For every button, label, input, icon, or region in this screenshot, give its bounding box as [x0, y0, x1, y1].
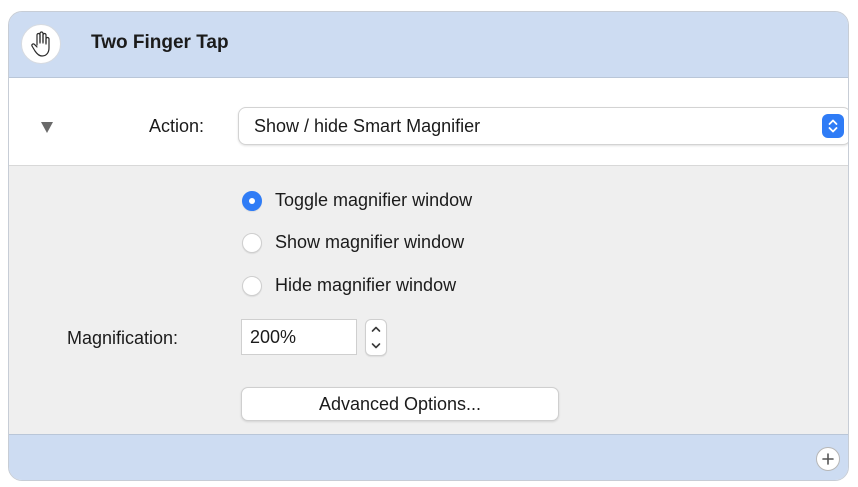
options-panel: Toggle magnifier window Show magnifier w… [9, 166, 848, 436]
chevron-updown-icon [822, 114, 844, 138]
radio-label: Toggle magnifier window [275, 190, 473, 210]
magnification-stepper[interactable] [365, 319, 387, 356]
radio-show-magnifier[interactable]: Show magnifier window [242, 232, 464, 253]
radio-hide-magnifier[interactable]: Hide magnifier window [242, 275, 456, 296]
add-icon[interactable] [816, 447, 840, 471]
radio-label: Hide magnifier window [275, 275, 457, 295]
radio-toggle-magnifier[interactable]: Toggle magnifier window [242, 190, 472, 211]
magnification-label: Magnification: [67, 328, 179, 348]
card-footer [9, 434, 848, 480]
gesture-title: Two Finger Tap [91, 32, 229, 53]
action-popup-value: Show / hide Smart Magnifier [254, 116, 481, 136]
action-label: Action: [149, 116, 205, 136]
hand-tap-icon [21, 24, 61, 64]
radio-button[interactable] [242, 275, 262, 296]
disclosure-triangle-icon[interactable] [41, 122, 53, 133]
advanced-options-button[interactable]: Advanced Options... [241, 387, 559, 421]
magnification-input[interactable]: 200% [241, 319, 357, 355]
radio-button[interactable] [242, 232, 262, 253]
radio-button-selected[interactable] [242, 190, 262, 211]
radio-label: Show magnifier window [275, 232, 465, 252]
gesture-header: Two Finger Tap [9, 12, 848, 78]
action-row: Action: Show / hide Smart Magnifier [9, 78, 848, 166]
gesture-card: Two Finger Tap Action: Show / hide Smart… [8, 11, 849, 481]
action-popup-button[interactable]: Show / hide Smart Magnifier [238, 107, 848, 145]
